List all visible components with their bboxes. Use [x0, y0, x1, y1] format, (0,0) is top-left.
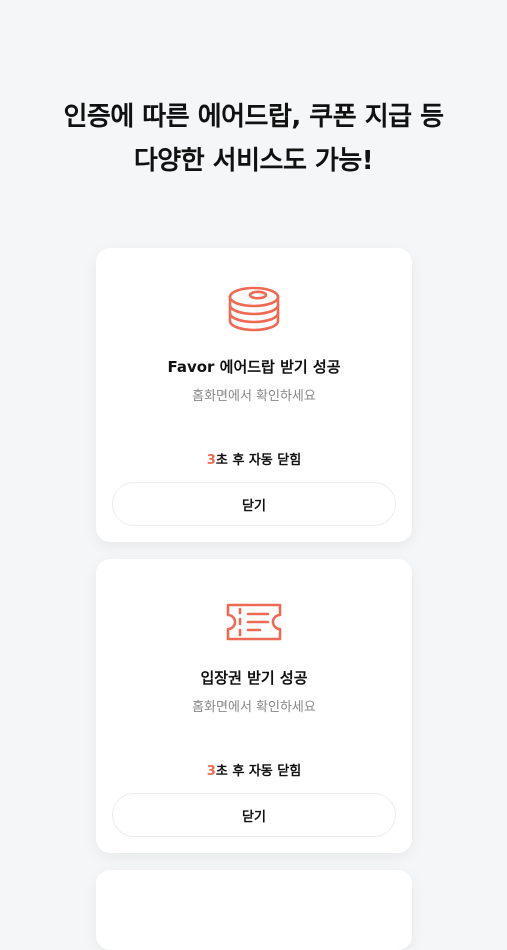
- countdown-text: 초 후 자동 닫힘: [215, 764, 302, 779]
- card-title: Favor 에어드랍 받기 성공: [167, 358, 341, 376]
- auto-close-countdown: 3초 후 자동 닫힘: [96, 449, 412, 468]
- airdrop-success-card: Favor 에어드랍 받기 성공 홈화면에서 확인하세요 3초 후 자동 닫힘 …: [96, 248, 412, 542]
- card-title: 입장권 받기 성공: [200, 669, 308, 687]
- card-subtitle: 홈화면에서 확인하세요: [192, 700, 316, 715]
- close-button[interactable]: 닫기: [112, 482, 396, 526]
- auto-close-countdown: 3초 후 자동 닫힘: [96, 760, 412, 779]
- close-button[interactable]: 닫기: [112, 793, 396, 837]
- ticket-icon: [224, 597, 284, 649]
- ticket-success-card: 입장권 받기 성공 홈화면에서 확인하세요 3초 후 자동 닫힘 닫기: [96, 559, 412, 853]
- next-card-partial: [96, 870, 412, 950]
- countdown-number: 3: [206, 453, 216, 468]
- card-subtitle: 홈화면에서 확인하세요: [192, 389, 316, 404]
- countdown-number: 3: [206, 764, 216, 779]
- headline-line-1: 인증에 따른 에어드랍, 쿠폰 지급 등: [63, 102, 444, 132]
- coins-icon: [224, 286, 284, 338]
- headline: 인증에 따른 에어드랍, 쿠폰 지급 등 다양한 서비스도 가능!: [0, 95, 507, 183]
- countdown-text: 초 후 자동 닫힘: [215, 453, 302, 468]
- headline-line-2: 다양한 서비스도 가능!: [133, 146, 374, 176]
